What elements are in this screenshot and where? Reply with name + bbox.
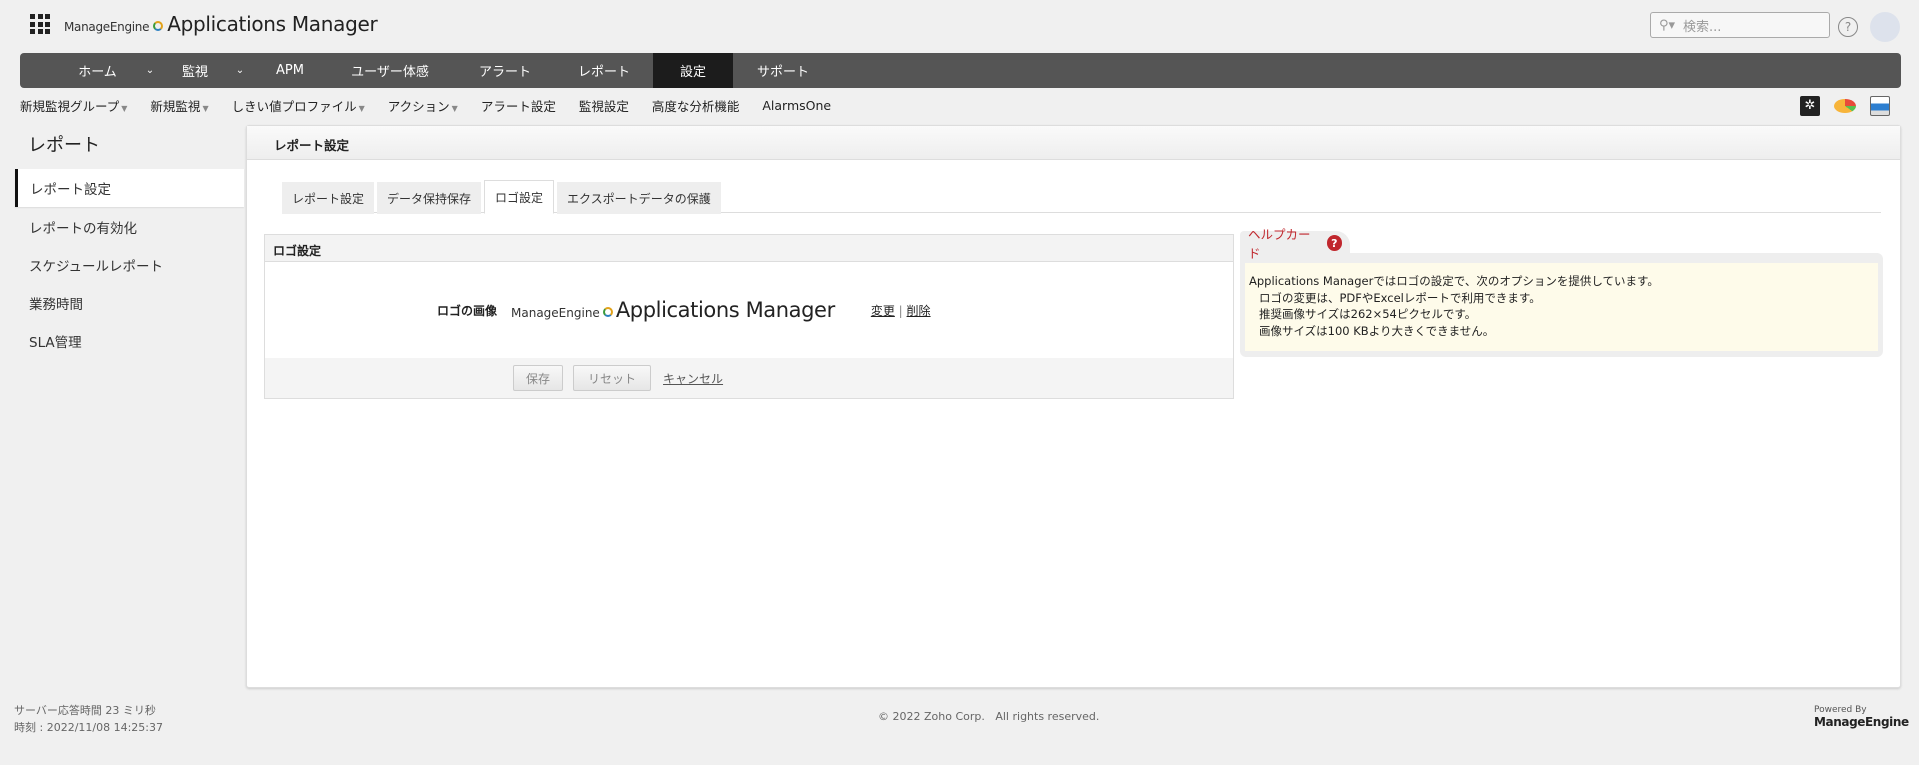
subnav-actions[interactable]: アクション ▼	[388, 96, 458, 115]
sidebar-item-scheduled-reports[interactable]: スケジュールレポート	[15, 246, 244, 284]
tab-logo-settings[interactable]: ロゴ設定	[484, 180, 555, 214]
help-line: 推奨画像サイズは262×54ピクセルです。	[1259, 307, 1477, 321]
delete-logo-link[interactable]: 削除	[907, 304, 931, 318]
page-title: レポート設定	[247, 126, 1900, 160]
print-icon[interactable]	[1870, 96, 1890, 116]
main-panel: レポート設定 レポート設定 データ保持保存 ロゴ設定 エクスポートデータの保護 …	[246, 125, 1901, 688]
subnav-alert-settings[interactable]: アラート設定	[481, 96, 556, 115]
server-time: 時刻 : 2022/11/08 14:25:37	[14, 721, 163, 734]
help-card-title: ヘルプカード	[1248, 227, 1311, 261]
question-icon: ?	[1326, 235, 1342, 251]
logo-image-label: ロゴの画像	[437, 303, 498, 318]
subnav-monitor-settings[interactable]: 監視設定	[579, 96, 629, 115]
search-icon: ⚲▾	[1659, 17, 1676, 33]
sidebar-item-report-settings[interactable]: レポート設定	[15, 169, 244, 207]
caret-down-icon: ▼	[202, 103, 209, 113]
caret-down-icon: ▼	[358, 103, 365, 113]
brand-logo[interactable]: ManageEngine Applications Manager	[64, 12, 378, 36]
chevron-down-icon[interactable]: ⌄	[225, 53, 255, 88]
brand-small: ManageEngine	[64, 20, 150, 34]
nav-support[interactable]: サポート	[733, 53, 833, 88]
nav-reports[interactable]: レポート	[555, 53, 653, 88]
server-response-time: サーバー応答時間 23 ミリ秒	[14, 704, 156, 717]
logo-image: ManageEngine Applications Manager	[511, 298, 835, 322]
nav-apm[interactable]: APM	[255, 53, 325, 88]
pie-chart-icon[interactable]	[1834, 99, 1856, 113]
subnav-new-monitor-group[interactable]: 新規監視グループ ▼	[20, 96, 127, 115]
label: しきい値プロファイル	[231, 98, 357, 114]
caret-down-icon: ▼	[451, 103, 458, 113]
link-separator: |	[898, 303, 903, 318]
settings-gear-icon[interactable]: ✲	[1800, 96, 1820, 116]
copyright: © 2022 Zoho Corp. All rights reserved.	[878, 710, 1100, 723]
label: 新規監視グループ	[20, 98, 120, 114]
chevron-down-icon[interactable]: ⌄	[135, 53, 165, 88]
logo-small: ManageEngine	[511, 306, 600, 320]
powered-by: Powered By ManageEngine	[1814, 704, 1909, 730]
caret-down-icon: ▼	[121, 103, 128, 113]
tab-report-settings[interactable]: レポート設定	[282, 182, 375, 214]
subnav-new-monitor[interactable]: 新規監視 ▼	[150, 96, 208, 115]
nav-alerts[interactable]: アラート	[455, 53, 555, 88]
brand-arc-icon	[153, 21, 164, 31]
help-button[interactable]: ?	[1838, 17, 1858, 37]
sidebar-item-enable-reports[interactable]: レポートの有効化	[15, 208, 244, 246]
tab-data-retention[interactable]: データ保持保存	[377, 182, 482, 214]
brand-title: Applications Manager	[167, 12, 378, 36]
tab-export-data-protection[interactable]: エクスポートデータの保護	[557, 182, 721, 214]
subnav-advanced-analytics[interactable]: 高度な分析機能	[652, 96, 740, 115]
avatar[interactable]	[1870, 12, 1900, 42]
help-line: Applications Managerではロゴの設定で、次のオプションを提供し…	[1249, 274, 1659, 288]
powered-by-brand: ManageEngine	[1814, 715, 1909, 729]
app-grid-icon[interactable]	[30, 14, 50, 34]
logo-box-title: ロゴ設定	[265, 235, 1233, 262]
subnav-threshold-profile[interactable]: しきい値プロファイル ▼	[232, 96, 365, 115]
footer-status: サーバー応答時間 23 ミリ秒 時刻 : 2022/11/08 14:25:37	[14, 702, 163, 736]
cancel-link[interactable]: キャンセル	[663, 370, 723, 387]
logo-title: Applications Manager	[615, 298, 835, 322]
logo-settings-box: ロゴ設定 ロゴの画像 ManageEngine Applications Man…	[264, 234, 1234, 399]
nav-user-experience[interactable]: ユーザー体感	[325, 53, 455, 88]
logo-arc-icon	[602, 307, 613, 317]
help-line: 画像サイズは100 KBより大きくできません。	[1259, 323, 1495, 338]
reset-button[interactable]: リセット	[573, 365, 652, 391]
help-line: ロゴの変更は、PDFやExcelレポートで利用できます。	[1259, 290, 1541, 305]
change-logo-link[interactable]: 変更	[871, 304, 895, 318]
save-button[interactable]: 保存	[513, 365, 564, 391]
subnav-alarmsone[interactable]: AlarmsOne	[762, 98, 831, 113]
sidebar-item-sla[interactable]: SLA管理	[15, 322, 244, 360]
tab-bar: レポート設定 データ保持保存 ロゴ設定 エクスポートデータの保護	[282, 180, 1881, 214]
sidebar-item-business-hours[interactable]: 業務時間	[15, 284, 244, 322]
label: 新規監視	[150, 98, 201, 114]
main-nav: ホーム ⌄ 監視 ⌄ APM ユーザー体感 アラート レポート 設定 サポート	[20, 53, 1901, 88]
nav-monitor[interactable]: 監視	[165, 53, 225, 88]
label: アクション	[387, 98, 450, 114]
nav-home[interactable]: ホーム	[60, 53, 135, 88]
sub-nav: 新規監視グループ ▼ 新規監視 ▼ しきい値プロファイル ▼ アクション ▼ アラート設…	[20, 95, 831, 115]
sidebar-title: レポート	[28, 135, 100, 156]
search-placeholder: 検索...	[1683, 19, 1722, 35]
nav-settings[interactable]: 設定	[653, 53, 733, 88]
toolbar-icons: ✲	[1800, 96, 1890, 116]
help-card: Applications Managerではロゴの設定で、次のオプションを提供し…	[1240, 227, 1883, 359]
search-input[interactable]: ⚲▾ 検索...	[1650, 12, 1830, 38]
